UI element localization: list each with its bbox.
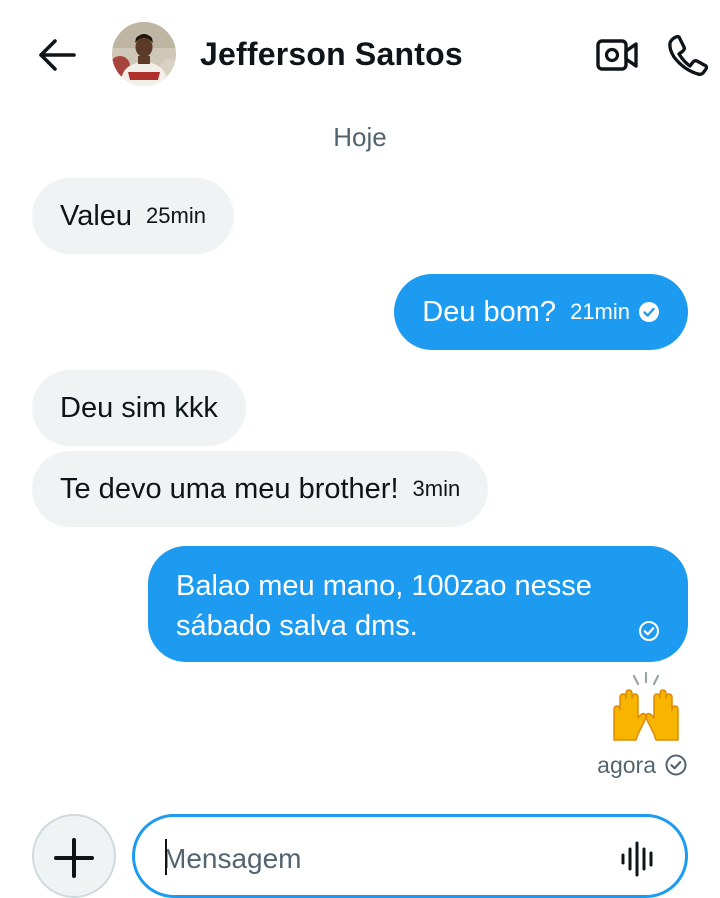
plus-icon: [54, 838, 94, 878]
text-caret: [165, 839, 167, 875]
arrow-left-icon: [39, 39, 76, 71]
voice-waveform-icon: [621, 841, 653, 877]
call-button[interactable]: [660, 28, 716, 82]
message-bubble-incoming[interactable]: Te devo uma meu brother! 3min: [32, 451, 489, 527]
message-time: 21min: [570, 299, 630, 324]
sent-check-icon: [639, 621, 659, 641]
avatar-image: [112, 22, 176, 86]
message-text: Deu sim kkk: [60, 392, 218, 424]
day-separator: Hoje: [333, 122, 387, 152]
message-status: agora: [597, 750, 688, 780]
avatar[interactable]: [112, 22, 176, 86]
message-text: Deu bom?: [422, 296, 557, 328]
phone-icon: [668, 34, 709, 76]
contact-name[interactable]: Jefferson Santos: [200, 32, 463, 76]
video-call-button[interactable]: [590, 30, 644, 80]
raising-hands-emoji-icon: [613, 671, 679, 741]
voice-message-button[interactable]: [619, 839, 659, 879]
message-text: Valeu: [60, 200, 133, 232]
back-button[interactable]: [30, 28, 84, 82]
status-time-label: agora: [597, 752, 656, 778]
message-time: 25min: [146, 203, 206, 228]
add-attachment-button[interactable]: [32, 814, 116, 898]
message-text-line: Balao meu mano, 100zao nesse: [176, 570, 592, 602]
video-camera-icon: [596, 39, 638, 71]
message-bubble-outgoing[interactable]: Balao meu mano, 100zao nesse sábado salv…: [148, 546, 688, 662]
message-bubble-outgoing[interactable]: Deu bom? 21min: [394, 274, 688, 350]
message-input[interactable]: [163, 837, 593, 881]
message-bubble-incoming[interactable]: Valeu 25min: [32, 178, 234, 254]
message-time: 3min: [412, 476, 461, 501]
message-text: Te devo uma meu brother!: [60, 473, 399, 505]
message-text-line: sábado salva dms.: [176, 610, 418, 642]
message-composer[interactable]: [132, 814, 688, 898]
read-check-icon: [639, 302, 659, 322]
message-bubble-incoming[interactable]: Deu sim kkk: [32, 370, 246, 446]
emoji-message[interactable]: [604, 670, 688, 744]
sent-check-icon: [665, 754, 687, 776]
